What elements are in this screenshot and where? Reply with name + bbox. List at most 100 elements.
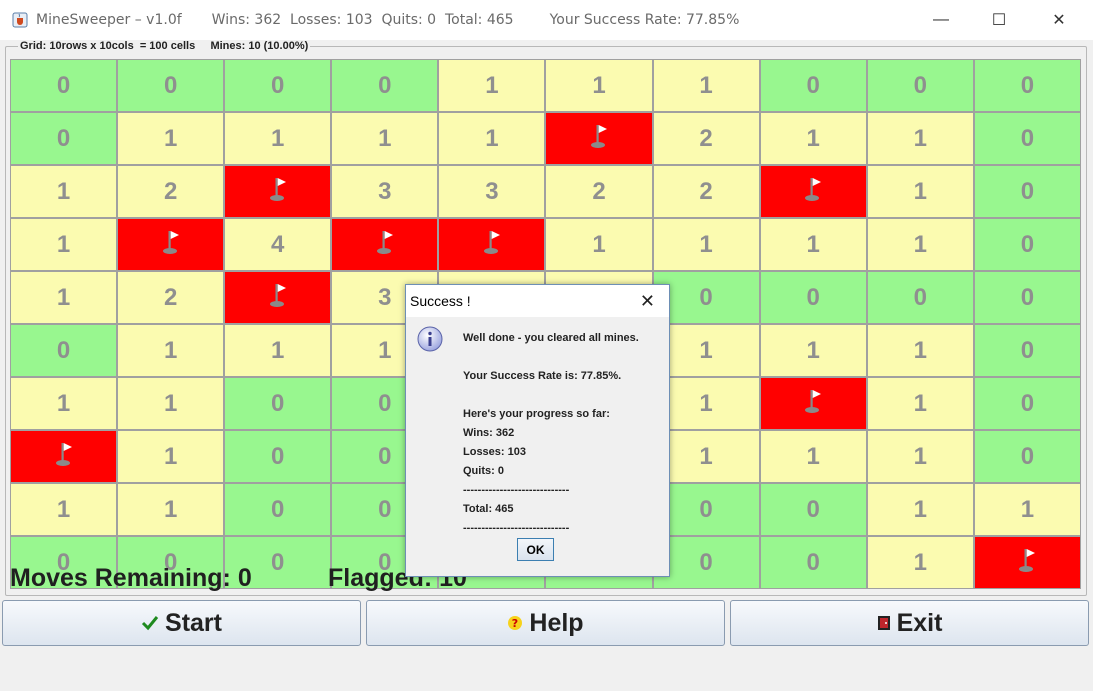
flagged-cell[interactable] xyxy=(10,430,118,483)
exit-button[interactable]: Exit xyxy=(730,600,1089,646)
maximize-button[interactable]: ☐ xyxy=(976,0,1022,40)
board-cell[interactable]: 4 xyxy=(224,218,332,271)
board-cell[interactable]: 2 xyxy=(545,165,653,218)
board-cell[interactable]: 1 xyxy=(331,112,439,165)
board-cell[interactable]: 1 xyxy=(866,377,974,430)
board-cell[interactable]: 1 xyxy=(117,377,225,430)
board-cell[interactable]: 1 xyxy=(759,324,867,377)
dialog-line: Wins: 362 xyxy=(463,427,515,439)
board-cell[interactable]: 0 xyxy=(117,59,225,112)
flagged-cell[interactable] xyxy=(973,536,1081,589)
board-cell[interactable]: 1 xyxy=(10,218,118,271)
board-cell[interactable]: 1 xyxy=(759,430,867,483)
board-cell[interactable]: 1 xyxy=(759,218,867,271)
board-cell[interactable]: 1 xyxy=(866,218,974,271)
board-cell[interactable]: 1 xyxy=(866,483,974,536)
start-button[interactable]: Start xyxy=(2,600,361,646)
flagged-cell[interactable] xyxy=(759,377,867,430)
flag-icon xyxy=(266,280,290,315)
board-cell[interactable]: 2 xyxy=(652,165,760,218)
dialog-title-bar: Success ! ✕ xyxy=(406,285,669,317)
board-cell[interactable]: 0 xyxy=(759,536,867,589)
board-cell[interactable]: 1 xyxy=(652,59,760,112)
board-cell[interactable]: 1 xyxy=(224,112,332,165)
board-cell[interactable]: 0 xyxy=(759,483,867,536)
exit-door-icon xyxy=(877,615,891,631)
board-cell[interactable]: 1 xyxy=(10,377,118,430)
board-cell[interactable]: 0 xyxy=(973,112,1081,165)
board-cell[interactable]: 1 xyxy=(973,483,1081,536)
board-cell[interactable]: 1 xyxy=(224,324,332,377)
dialog-close-icon[interactable]: ✕ xyxy=(640,291,655,312)
board-cell[interactable]: 1 xyxy=(866,536,974,589)
flag-icon xyxy=(373,227,397,262)
board-cell[interactable]: 0 xyxy=(224,377,332,430)
board-cell[interactable]: 0 xyxy=(10,112,118,165)
help-button[interactable]: ? Help xyxy=(366,600,725,646)
board-cell[interactable]: 1 xyxy=(117,324,225,377)
board-cell[interactable]: 1 xyxy=(866,112,974,165)
board-cell[interactable]: 0 xyxy=(10,324,118,377)
board-cell[interactable]: 1 xyxy=(652,218,760,271)
board-cell[interactable]: 0 xyxy=(973,165,1081,218)
flagged-cell[interactable] xyxy=(224,271,332,324)
board-cell[interactable]: 0 xyxy=(224,430,332,483)
board-cell[interactable]: 1 xyxy=(759,112,867,165)
dialog-title: Success ! xyxy=(410,293,471,309)
board-cell[interactable]: 0 xyxy=(973,324,1081,377)
board-cell[interactable]: 1 xyxy=(866,430,974,483)
dialog-line: Losses: 103 xyxy=(463,446,526,458)
flag-icon xyxy=(587,121,611,156)
close-button[interactable]: ✕ xyxy=(1036,0,1082,40)
flagged-cell[interactable] xyxy=(117,218,225,271)
dialog-message: Well done - you cleared all mines. Your S… xyxy=(463,329,639,538)
svg-text:?: ? xyxy=(512,617,518,630)
board-cell[interactable]: 2 xyxy=(652,112,760,165)
grid-info: Grid: 10rows x 10cols = 100 cells Mines:… xyxy=(18,40,311,52)
board-cell[interactable]: 1 xyxy=(10,271,118,324)
success-dialog: Success ! ✕ Well done - you cleared all … xyxy=(405,284,670,577)
dialog-line: Well done - you cleared all mines. xyxy=(463,332,639,344)
board-cell[interactable]: 0 xyxy=(759,59,867,112)
board-cell[interactable]: 1 xyxy=(117,112,225,165)
board-cell[interactable]: 0 xyxy=(973,430,1081,483)
board-cell[interactable]: 0 xyxy=(866,59,974,112)
board-cell[interactable]: 0 xyxy=(973,59,1081,112)
exit-label: Exit xyxy=(896,608,943,637)
board-cell[interactable]: 0 xyxy=(224,59,332,112)
board-cell[interactable]: 1 xyxy=(10,165,118,218)
board-cell[interactable]: 0 xyxy=(973,271,1081,324)
board-cell[interactable]: 0 xyxy=(759,271,867,324)
board-cell[interactable]: 1 xyxy=(117,430,225,483)
board-cell[interactable]: 1 xyxy=(117,483,225,536)
board-cell[interactable]: 1 xyxy=(10,483,118,536)
flagged-cell[interactable] xyxy=(759,165,867,218)
flagged-cell[interactable] xyxy=(438,218,546,271)
board-cell[interactable]: 1 xyxy=(545,59,653,112)
flag-icon xyxy=(801,386,825,421)
board-cell[interactable]: 0 xyxy=(973,218,1081,271)
board-cell[interactable]: 1 xyxy=(545,218,653,271)
board-cell[interactable]: 1 xyxy=(866,165,974,218)
flagged-cell[interactable] xyxy=(545,112,653,165)
board-cell[interactable]: 1 xyxy=(438,112,546,165)
flagged-cell[interactable] xyxy=(331,218,439,271)
flag-icon xyxy=(52,439,76,474)
board-cell[interactable]: 0 xyxy=(973,377,1081,430)
flagged-cell[interactable] xyxy=(224,165,332,218)
board-cell[interactable]: 3 xyxy=(331,165,439,218)
board-cell[interactable]: 2 xyxy=(117,271,225,324)
board-cell[interactable]: 1 xyxy=(438,59,546,112)
minimize-button[interactable]: — xyxy=(918,0,964,40)
board-cell[interactable]: 2 xyxy=(117,165,225,218)
board-cell[interactable]: 0 xyxy=(331,59,439,112)
board-cell[interactable]: 3 xyxy=(438,165,546,218)
board-cell[interactable]: 0 xyxy=(866,271,974,324)
ok-button[interactable]: OK xyxy=(517,538,554,561)
help-label: Help xyxy=(529,608,584,637)
flag-icon xyxy=(266,174,290,209)
flag-icon xyxy=(480,227,504,262)
board-cell[interactable]: 0 xyxy=(10,59,118,112)
board-cell[interactable]: 0 xyxy=(224,483,332,536)
board-cell[interactable]: 1 xyxy=(866,324,974,377)
